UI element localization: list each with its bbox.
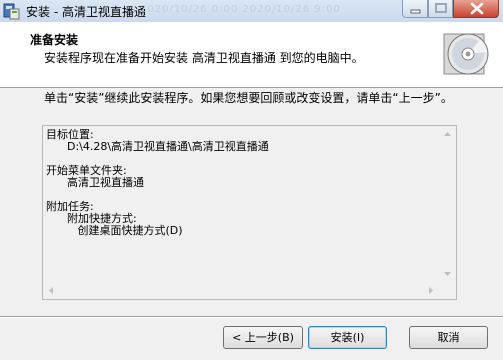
maximize-icon [435, 3, 447, 13]
back-button[interactable]: < 上一步(B) [223, 326, 303, 349]
close-icon [470, 2, 484, 15]
minimize-button[interactable] [402, 0, 428, 18]
scroll-left-icon[interactable] [43, 282, 60, 299]
title-bar[interactable]: 安装 - 高清卫视直播通 2020/10/26 0:00 2020/10/26 … [0, 0, 503, 23]
header-panel: 准备安装 安装程序现在准备开始安装 高清卫视直播通 到您的电脑中。 [0, 22, 503, 88]
install-button[interactable]: 安装(I) [308, 326, 387, 349]
horizontal-scrollbar[interactable] [43, 282, 439, 299]
window-title: 安装 - 高清卫视直播通 [26, 5, 146, 19]
minimize-icon [410, 9, 421, 14]
cd-disc-icon [440, 28, 492, 80]
scrollbar-corner [439, 282, 456, 299]
maximize-button[interactable] [428, 0, 453, 18]
summary-box[interactable]: 目标位置: D:\4.28\高清卫视直播通\高清卫视直播通 开始菜单文件夹: 高清… [42, 125, 457, 300]
scroll-right-icon[interactable] [422, 282, 439, 299]
footer-divider-highlight [0, 317, 503, 318]
installer-icon [3, 3, 20, 20]
vertical-scrollbar[interactable] [439, 126, 456, 282]
tasks-item: 创建桌面快捷方式(D) [46, 224, 183, 237]
dest-value: D:\4.28\高清卫视直播通\高清卫视直播通 [46, 140, 269, 153]
close-button[interactable] [453, 0, 499, 18]
instruction-text: 单击“安装”继续此安装程序。如果您想要回顾或改变设置，请单击“上一步”。 [44, 91, 453, 105]
scroll-up-icon[interactable] [439, 126, 456, 143]
scroll-down-icon[interactable] [439, 265, 456, 282]
menu-value: 高清卫视直播通 [46, 176, 144, 189]
cancel-button[interactable]: 取消 [409, 326, 488, 349]
summary-text: 目标位置: D:\4.28\高清卫视直播通\高清卫视直播通 开始菜单文件夹: 高清… [46, 129, 438, 281]
page-title: 准备安装 [30, 33, 79, 47]
background-faint-text: 2020/10/26 0:00 2020/10/26 9:00 [140, 4, 341, 15]
page-subtitle: 安装程序现在准备开始安装 高清卫视直播通 到您的电脑中。 [44, 51, 364, 65]
